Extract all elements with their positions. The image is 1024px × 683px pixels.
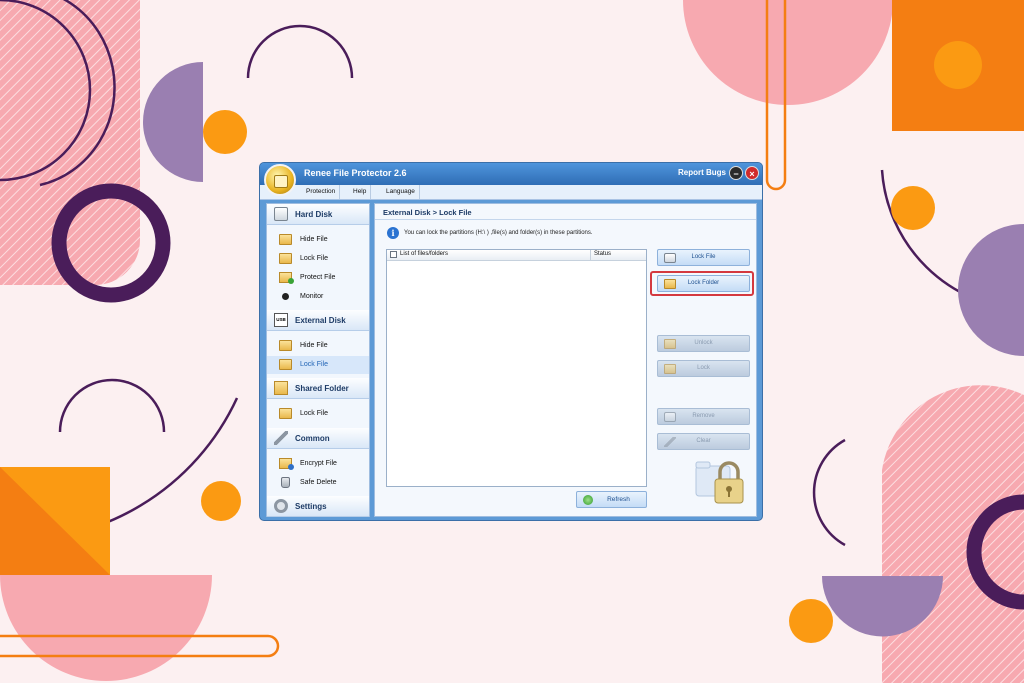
clear-button[interactable]: Clear [657, 433, 750, 450]
folder-lock-icon [279, 408, 292, 419]
app-title: Renee File Protector 2.6 [304, 168, 407, 178]
sidebar-item-label: Encrypt File [300, 460, 337, 467]
sidebar-item-external-hide-file[interactable]: Hide File [267, 337, 369, 355]
menu-language[interactable]: Language [382, 185, 420, 199]
sidebar-item-label: Monitor [300, 293, 324, 300]
highlight-box [650, 271, 754, 296]
column-header-status[interactable]: Status [594, 251, 611, 257]
column-separator[interactable] [590, 250, 591, 260]
trash-icon [281, 477, 290, 488]
sidebar-item-external-lock-file[interactable]: Lock File [267, 356, 369, 374]
folder-lock-icon [279, 359, 292, 370]
sidebar-item-hide-file[interactable]: Hide File [267, 231, 369, 249]
section-title: Shared Folder [295, 384, 349, 393]
sidebar-item-label: Lock File [300, 255, 329, 262]
divider [375, 219, 756, 220]
protect-file-icon [279, 272, 294, 284]
gear-icon [274, 499, 288, 513]
info-icon: i [387, 227, 399, 239]
section-settings[interactable]: Settings [267, 496, 369, 517]
folder-lock-icon [279, 253, 292, 264]
section-title: Settings [295, 502, 327, 511]
folder-icon [279, 340, 292, 351]
unlock-button[interactable]: Unlock [657, 335, 750, 352]
sidebar-item-safe-delete[interactable]: Safe Delete [267, 474, 369, 492]
hard-disk-icon [274, 207, 288, 221]
menu-protection[interactable]: Protection [302, 185, 341, 199]
button-label: Lock [697, 365, 710, 371]
button-label: Refresh [607, 496, 630, 503]
lock-file-button[interactable]: Lock File [657, 249, 750, 266]
section-title: Common [295, 434, 330, 443]
app-logo-icon [264, 164, 296, 196]
title-bar[interactable]: Renee File Protector 2.6 Report Bugs − × [260, 163, 762, 185]
sidebar-item-encrypt-file[interactable]: Encrypt File [267, 455, 369, 473]
section-title: Hard Disk [295, 210, 333, 219]
button-label: Lock File [691, 254, 716, 260]
lock-button[interactable]: Lock [657, 360, 750, 377]
monitor-icon [282, 293, 289, 300]
refresh-button[interactable]: Refresh [576, 491, 647, 508]
sidebar-item-label: Lock File [300, 410, 329, 417]
menu-bar: Protection Help Language [260, 185, 762, 200]
menu-help[interactable]: Help [349, 185, 372, 199]
sidebar-item-label: Safe Delete [300, 479, 337, 486]
sidebar-item-label: Protect File [300, 274, 336, 281]
report-bugs-link[interactable]: Report Bugs [678, 168, 726, 177]
close-button[interactable]: × [745, 166, 759, 180]
sidebar-item-monitor[interactable]: Monitor [267, 288, 369, 306]
section-hard-disk[interactable]: Hard Disk [267, 204, 369, 225]
sidebar-item-protect-file[interactable]: Protect File [267, 269, 369, 287]
sidebar-item-label: Hide File [300, 342, 328, 349]
sidebar: Hard Disk Hide File Lock File Protect Fi… [266, 203, 370, 517]
app-window: Renee File Protector 2.6 Report Bugs − ×… [259, 162, 763, 521]
sidebar-item-label: Hide File [300, 236, 328, 243]
shared-folder-icon [274, 381, 288, 395]
padlock-folder-icon [695, 461, 744, 504]
select-all-checkbox[interactable] [390, 251, 397, 258]
remove-button[interactable]: Remove [657, 408, 750, 425]
section-external-disk[interactable]: USB External Disk [267, 310, 369, 331]
section-title: External Disk [295, 316, 346, 325]
file-list[interactable]: List of files/folders Status [386, 249, 647, 487]
button-label: Unlock [694, 340, 713, 346]
tools-icon [274, 431, 288, 445]
button-label: Clear [696, 438, 711, 444]
sidebar-item-label: Lock File [300, 361, 329, 368]
sidebar-item-lock-file[interactable]: Lock File [267, 250, 369, 268]
section-shared-folder[interactable]: Shared Folder [267, 378, 369, 399]
button-label: Remove [692, 413, 715, 419]
usb-icon: USB [274, 313, 288, 327]
minimize-button[interactable]: − [729, 166, 743, 180]
main-panel: External Disk > Lock File i You can lock… [374, 203, 757, 517]
section-common[interactable]: Common [267, 428, 369, 449]
info-text: You can lock the partitions (H:\ ) ,file… [404, 230, 593, 236]
breadcrumb: External Disk > Lock File [383, 208, 472, 217]
encrypt-file-icon [279, 458, 294, 470]
file-list-header: List of files/folders Status [387, 250, 646, 261]
sidebar-item-shared-lock-file[interactable]: Lock File [267, 405, 369, 423]
column-header-name[interactable]: List of files/folders [400, 251, 448, 257]
folder-icon [279, 234, 292, 245]
